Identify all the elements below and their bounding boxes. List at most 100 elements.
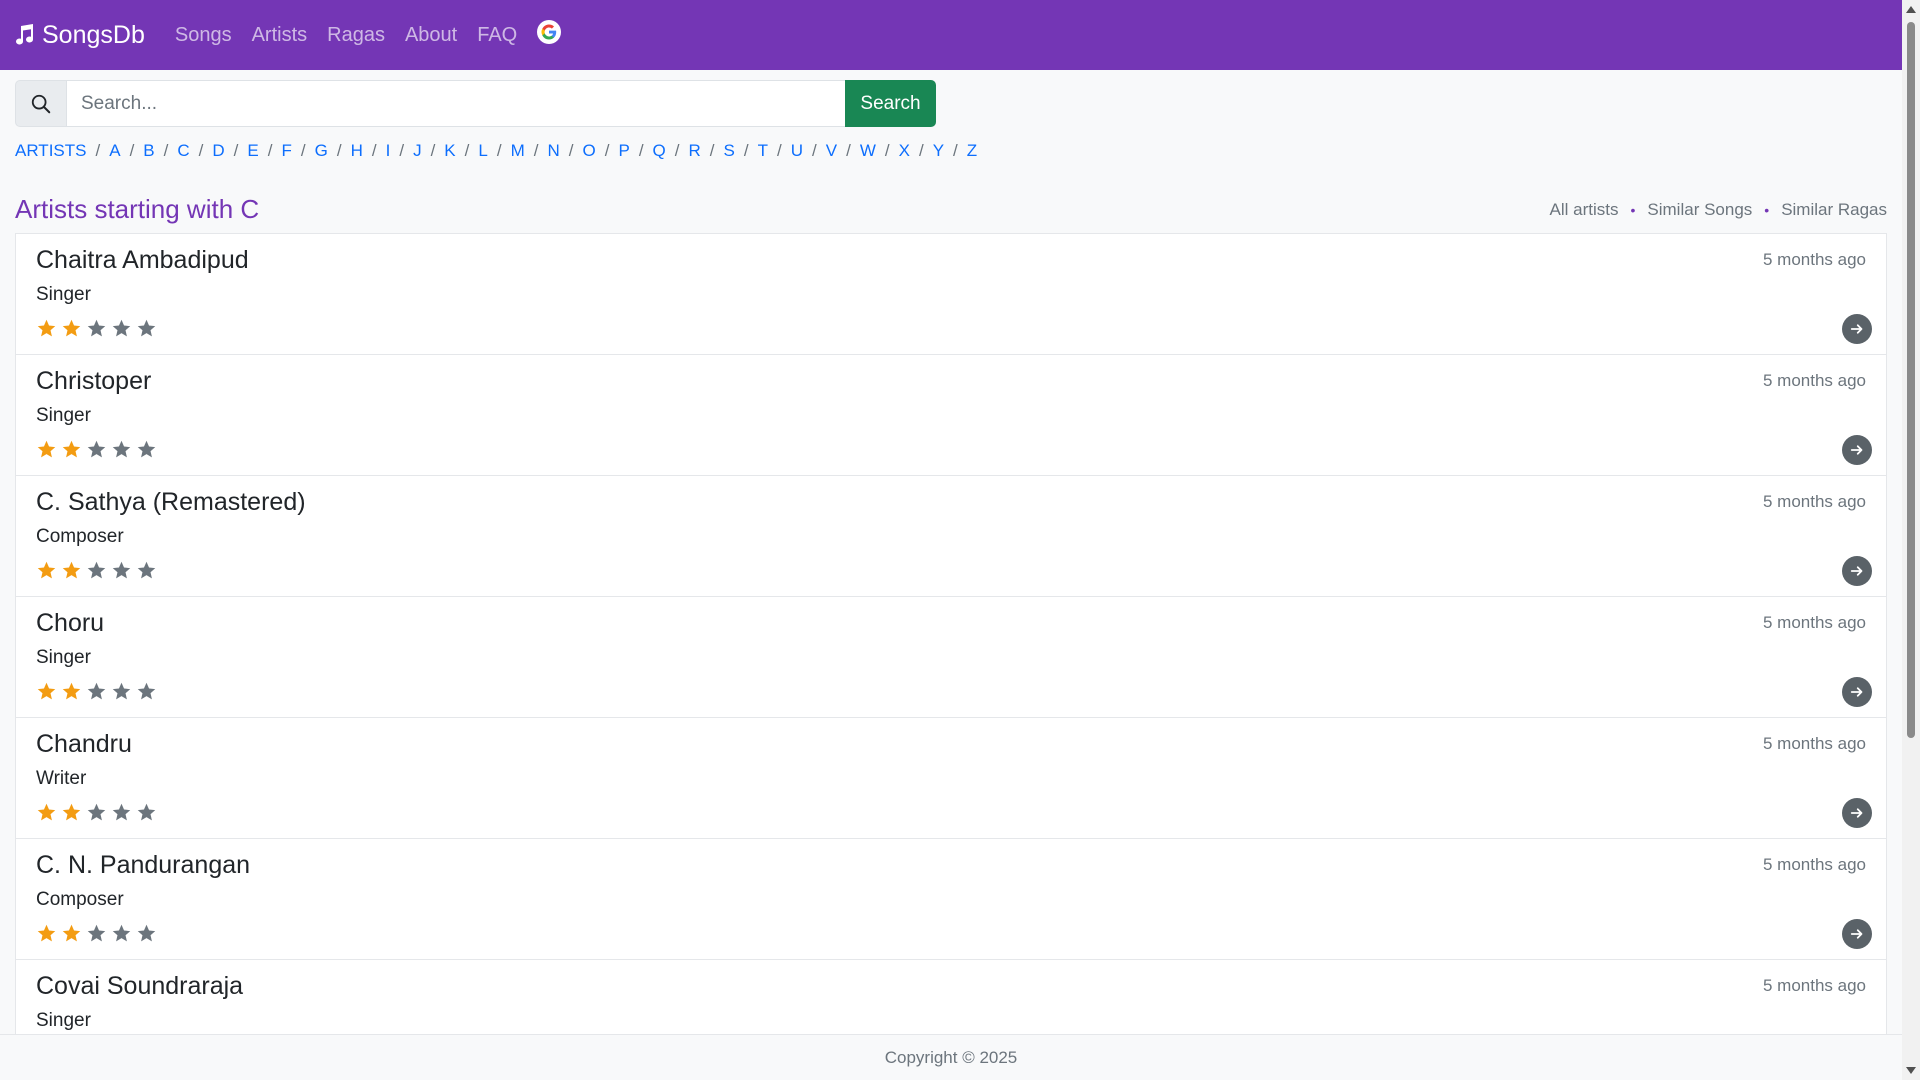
artist-card[interactable]: Covai Soundraraja Singer 5 months ago [16,960,1886,1034]
alpha-letter-o[interactable]: O [583,141,596,161]
artist-card[interactable]: Christoper Singer 5 months ago [16,355,1886,476]
link-similar-songs[interactable]: Similar Songs [1647,200,1752,220]
alpha-letter-j[interactable]: J [413,141,422,161]
star-empty-icon [137,561,156,579]
scroll-up-arrow-icon[interactable] [1906,6,1916,13]
arrow-right-circle-icon[interactable] [1842,556,1872,586]
alpha-letter-q[interactable]: Q [653,141,666,161]
artist-role: Singer [36,647,91,668]
alpha-letter-f[interactable]: F [281,141,291,161]
google-signin-icon[interactable] [537,20,562,44]
alpha-letter-b[interactable]: B [143,141,154,161]
artist-role: Singer [36,1010,91,1031]
star-rating [36,923,161,944]
artist-card[interactable]: C. Sathya (Remastered) Composer 5 months a… [16,476,1886,597]
vertical-scrollbar[interactable] [1902,0,1920,1080]
artist-name[interactable]: Choru [36,609,104,638]
artist-timestamp: 5 months ago [1762,492,1866,511]
alpha-separator: / [604,141,610,160]
star-rating [36,560,161,581]
star-filled-icon [62,924,81,942]
artist-name[interactable]: Chaitra Ambadipud [36,246,249,275]
artist-name[interactable]: Chandru [36,730,132,759]
alpha-letter-t[interactable]: T [758,141,768,161]
brand-name: SongsDb [42,20,145,49]
star-empty-icon [112,440,131,458]
star-filled-icon [37,440,56,458]
artist-card[interactable]: Chandru Writer 5 months ago [16,718,1886,839]
star-empty-icon [137,319,156,337]
alpha-letter-e[interactable]: E [247,141,258,161]
alpha-letter-p[interactable]: P [618,141,629,161]
star-filled-icon [62,682,81,700]
alpha-letter-s[interactable]: S [724,141,735,161]
star-filled-icon [62,319,81,337]
alphabet-breadcrumb: ARTISTS / A / B / C / D / E / F / G / H / I / J / K / L / M / N / O / P… [15,140,977,162]
artist-name[interactable]: Covai Soundraraja [36,972,243,1001]
search-button[interactable]: Search [845,80,936,127]
star-empty-icon [137,924,156,942]
arrow-right-circle-icon[interactable] [1842,677,1872,707]
alpha-letter-i[interactable]: I [386,141,391,161]
star-empty-icon [87,440,106,458]
arrow-right-circle-icon[interactable] [1842,314,1872,344]
nav-about[interactable]: About [405,24,457,47]
alpha-letter-w[interactable]: W [860,141,876,161]
alpha-letter-d[interactable]: D [212,141,224,161]
alpha-root-artists[interactable]: ARTISTS [15,141,86,161]
star-empty-icon [112,682,131,700]
star-empty-icon [112,319,131,337]
search-input[interactable] [67,80,845,127]
scroll-thumb[interactable] [1907,22,1915,738]
star-filled-icon [62,803,81,821]
alpha-separator: / [129,141,135,160]
artist-timestamp: 5 months ago [1762,855,1866,874]
alpha-separator: / [267,141,273,160]
artist-card[interactable]: C. N. Pandurangan Composer 5 months ago [16,839,1886,960]
arrow-right-circle-icon[interactable] [1842,435,1872,465]
alpha-letter-v[interactable]: V [826,141,837,161]
alpha-separator: / [198,141,204,160]
artist-timestamp: 5 months ago [1762,250,1866,269]
nav-faq[interactable]: FAQ [477,24,517,47]
alpha-letter-y[interactable]: Y [933,141,944,161]
alpha-separator: / [918,141,924,160]
link-all-artists[interactable]: All artists [1550,200,1619,220]
search-bar: Search [15,80,936,127]
alpha-letter-g[interactable]: G [315,141,328,161]
alpha-separator: / [533,141,539,160]
artist-role: Singer [36,405,91,426]
alpha-separator: / [399,141,405,160]
alpha-letter-z[interactable]: Z [967,141,977,161]
alpha-letter-l[interactable]: L [478,141,487,161]
link-similar-ragas[interactable]: Similar Ragas [1781,200,1887,220]
alpha-separator: / [163,141,169,160]
alpha-letter-u[interactable]: U [791,141,803,161]
alpha-separator: / [430,141,436,160]
artist-name[interactable]: C. Sathya (Remastered) [36,488,306,517]
alpha-letter-h[interactable]: H [351,141,363,161]
alpha-separator: / [95,141,101,160]
nav-artists[interactable]: Artists [252,24,308,47]
nav-songs[interactable]: Songs [175,24,232,47]
star-empty-icon [87,561,106,579]
alpha-letter-m[interactable]: M [511,141,525,161]
alpha-letter-a[interactable]: A [109,141,120,161]
arrow-right-circle-icon[interactable] [1842,798,1872,828]
nav-ragas[interactable]: Ragas [327,24,385,47]
alpha-letter-c[interactable]: C [177,141,189,161]
artist-role: Composer [36,526,124,547]
artist-list: Chaitra Ambadipud Singer 5 months ago Chris… [15,233,1887,1034]
alpha-letter-k[interactable]: K [444,141,455,161]
alpha-letter-n[interactable]: N [547,141,559,161]
alpha-letter-x[interactable]: X [899,141,910,161]
scroll-down-arrow-icon[interactable] [1906,1067,1916,1074]
artist-name[interactable]: C. N. Pandurangan [36,851,250,880]
alpha-letter-r[interactable]: R [689,141,701,161]
artist-name[interactable]: Christoper [36,367,151,396]
brand-link[interactable]: SongsDb [12,21,145,50]
artist-card[interactable]: Choru Singer 5 months ago [16,597,1886,718]
arrow-right-circle-icon[interactable] [1842,919,1872,949]
main-content: Search ARTISTS / A / B / C / D / E / F / G / H / I / J / K / L /… [0,70,1902,1034]
artist-card[interactable]: Chaitra Ambadipud Singer 5 months ago [16,234,1886,355]
